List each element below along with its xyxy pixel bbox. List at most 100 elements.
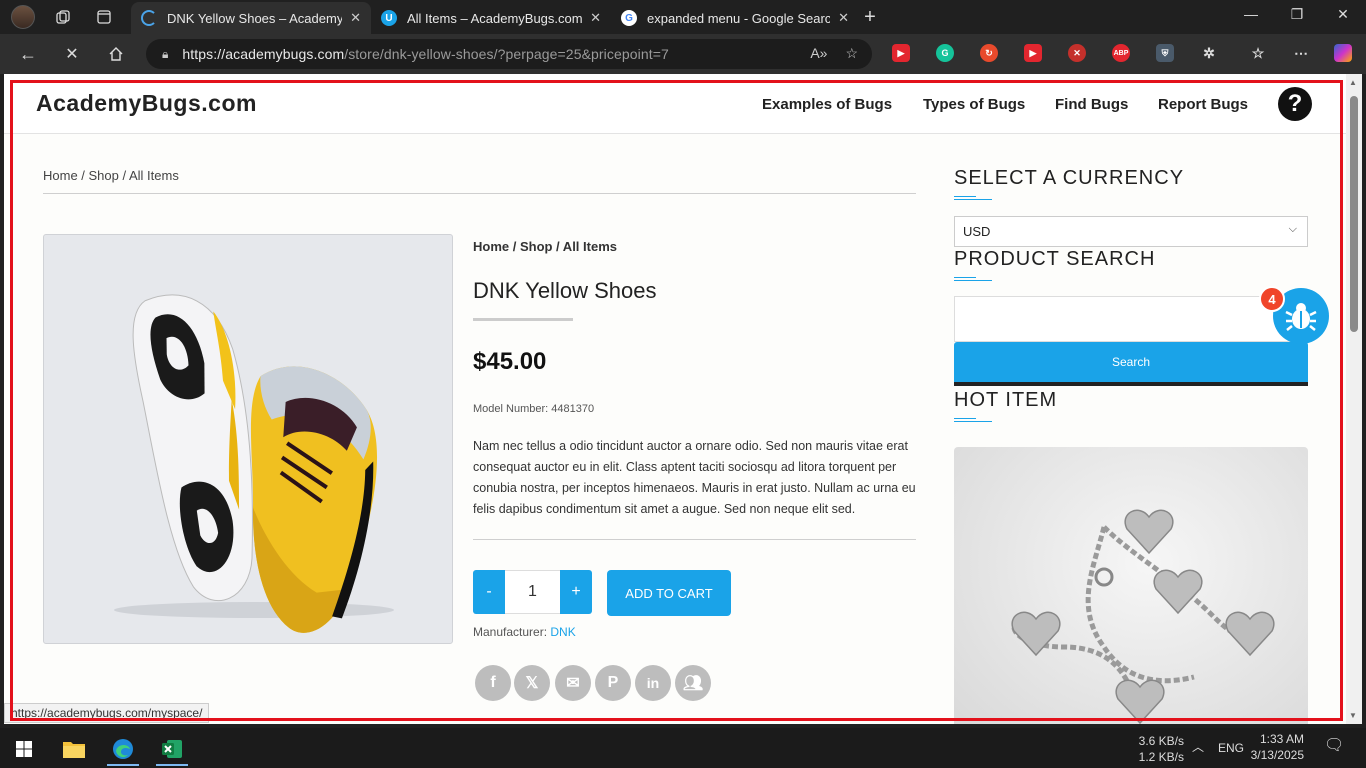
video-extension-icon[interactable]: ▶ [1024, 44, 1042, 62]
address-toolbar: ← ✕ 🔒︎ https://academybugs.com/store/dnk… [0, 34, 1366, 74]
file-explorer-icon[interactable] [54, 732, 94, 766]
excel-icon[interactable] [152, 732, 192, 766]
heading-underline [954, 196, 994, 200]
academybugs-favicon-icon: U [381, 10, 397, 26]
quantity-decrement-button[interactable]: - [473, 570, 505, 614]
chevron-down-icon: ⌵ [1288, 223, 1297, 235]
copilot-icon[interactable] [1334, 44, 1352, 62]
facebook-icon[interactable]: f [475, 665, 511, 701]
clock-time: 1:33 AM [1259, 732, 1304, 746]
manufacturer-label: Manufacturer: [473, 625, 548, 639]
linkedin-icon[interactable]: in [635, 665, 671, 701]
product-image[interactable] [43, 234, 453, 644]
close-tab-icon[interactable]: ✕ [350, 10, 361, 26]
product-description: Nam nec tellus a odio tincidunt auctor a… [473, 439, 916, 516]
stop-loading-icon[interactable]: ✕ [60, 42, 84, 66]
site-header: AcademyBugs.com Examples of Bugs Types o… [4, 74, 1346, 134]
url-bar[interactable]: 🔒︎ https://academybugs.com/store/dnk-yel… [146, 39, 872, 69]
network-speed: 3.6 KB/s 1.2 KB/s [1120, 733, 1184, 765]
windows-start-icon[interactable] [4, 732, 44, 766]
edge-browser-icon[interactable] [103, 732, 143, 766]
currency-heading: SELECT A CURRENCY [954, 167, 1185, 189]
bug-icon [1285, 303, 1317, 331]
menu-examples-of-bugs[interactable]: Examples of Bugs [762, 96, 892, 113]
scrollbar-thumb[interactable] [1350, 96, 1358, 332]
add-to-cart-button[interactable]: ADD TO CART [607, 570, 731, 616]
tab-google-search[interactable]: G expanded menu - Google Search ✕ [611, 2, 859, 34]
myspace-icon[interactable]: 👥︎ [675, 665, 711, 701]
site-logo[interactable]: AcademyBugs.com [36, 90, 257, 117]
product-search-input[interactable] [954, 296, 1308, 342]
url-host: https://academybugs.com [182, 46, 345, 62]
scroll-up-icon[interactable]: ▲ [1349, 78, 1357, 87]
menu-report-bugs[interactable]: Report Bugs [1158, 96, 1248, 113]
browser-tab-bar: DNK Yellow Shoes – AcademyBug ✕ U All It… [0, 0, 1366, 34]
home-icon[interactable] [104, 42, 128, 66]
google-favicon-icon: G [621, 10, 637, 26]
divider [43, 193, 916, 194]
restore-icon[interactable]: ❐ [1287, 6, 1307, 23]
extension-icon[interactable]: ✕ [1068, 44, 1086, 62]
x-icon[interactable]: 𝕏 [514, 665, 550, 701]
grammarly-icon[interactable]: G [936, 44, 954, 62]
web-page: AcademyBugs.com Examples of Bugs Types o… [4, 74, 1346, 724]
title-underline [473, 318, 573, 321]
quantity-input[interactable]: 1 [505, 570, 560, 614]
profile-avatar[interactable] [11, 5, 35, 29]
page-scrollbar[interactable]: ▲ ▼ [1346, 74, 1362, 724]
windows-taskbar: 3.6 KB/s 1.2 KB/s ︿ ENG 1:33 AM 3/13/202… [0, 728, 1366, 768]
tab-all-items[interactable]: U All Items – AcademyBugs.com ✕ [371, 2, 611, 34]
extensions-puzzle-icon[interactable]: ✲ [1200, 44, 1218, 62]
language-indicator[interactable]: ENG [1218, 740, 1244, 756]
heading-underline [954, 418, 994, 422]
notifications-icon[interactable]: 🗨︎ [1324, 738, 1344, 754]
breadcrumb-inner[interactable]: Home / Shop / All Items [473, 239, 617, 254]
manufacturer-link[interactable]: DNK [550, 625, 575, 639]
help-icon[interactable]: ? [1278, 87, 1312, 121]
extension-icon[interactable]: ▶ [892, 44, 910, 62]
product-title: DNK Yellow Shoes [473, 278, 657, 303]
email-icon[interactable]: ✉ [555, 665, 591, 701]
more-menu-icon[interactable]: ⋯ [1292, 44, 1310, 62]
loading-icon [141, 10, 157, 26]
currency-select[interactable]: USD ⌵ [954, 216, 1308, 247]
close-tab-icon[interactable]: ✕ [590, 10, 601, 26]
hot-item-image[interactable] [954, 447, 1308, 724]
divider [473, 539, 916, 540]
extension-icon[interactable]: ↻ [980, 44, 998, 62]
favorite-star-icon[interactable]: ☆ [845, 45, 858, 62]
adblock-plus-icon[interactable]: ABP [1112, 44, 1130, 62]
tab-dnk-yellow-shoes[interactable]: DNK Yellow Shoes – AcademyBug ✕ [131, 2, 371, 34]
heading-underline [954, 277, 994, 281]
breadcrumb[interactable]: Home / Shop / All Items [43, 168, 179, 183]
url-path: /store/dnk-yellow-shoes/?perpage=25&pric… [344, 46, 669, 62]
product-price: $45.00 [473, 348, 547, 375]
bug-count-badge: 4 [1259, 286, 1285, 312]
menu-find-bugs[interactable]: Find Bugs [1055, 96, 1128, 113]
menu-types-of-bugs[interactable]: Types of Bugs [923, 96, 1025, 113]
manufacturer: Manufacturer: DNK [473, 625, 576, 639]
pinterest-icon[interactable]: P [595, 665, 631, 701]
quantity-increment-button[interactable]: + [560, 570, 592, 614]
read-aloud-icon[interactable]: A» [810, 45, 827, 62]
hot-item-heading: HOT ITEM [954, 389, 1058, 411]
new-tab-icon[interactable]: + [858, 5, 882, 29]
vertical-tabs-icon[interactable] [92, 5, 116, 29]
status-bar-url: https://academybugs.com/myspace/ [4, 703, 210, 723]
clock[interactable]: 1:33 AM 3/13/2025 [1246, 731, 1304, 763]
shield-extension-icon[interactable]: ⛨ [1156, 44, 1174, 62]
tab-title: All Items – AcademyBugs.com [407, 10, 583, 26]
search-button[interactable]: Search [954, 342, 1308, 386]
close-window-icon[interactable]: ✕ [1333, 6, 1353, 23]
scroll-down-icon[interactable]: ▼ [1349, 711, 1357, 720]
tray-chevron-up-icon[interactable]: ︿ [1192, 739, 1204, 755]
clock-date: 3/13/2025 [1250, 748, 1304, 762]
back-icon[interactable]: ← [16, 42, 40, 66]
model-number: Model Number: 4481370 [473, 403, 595, 415]
close-tab-icon[interactable]: ✕ [838, 10, 849, 26]
tab-title: DNK Yellow Shoes – AcademyBug [167, 10, 343, 26]
workspaces-icon[interactable] [51, 5, 75, 29]
lock-icon[interactable]: 🔒︎ [162, 47, 168, 62]
favorites-icon[interactable]: ☆ [1249, 44, 1267, 62]
minimize-icon[interactable]: — [1241, 6, 1261, 22]
